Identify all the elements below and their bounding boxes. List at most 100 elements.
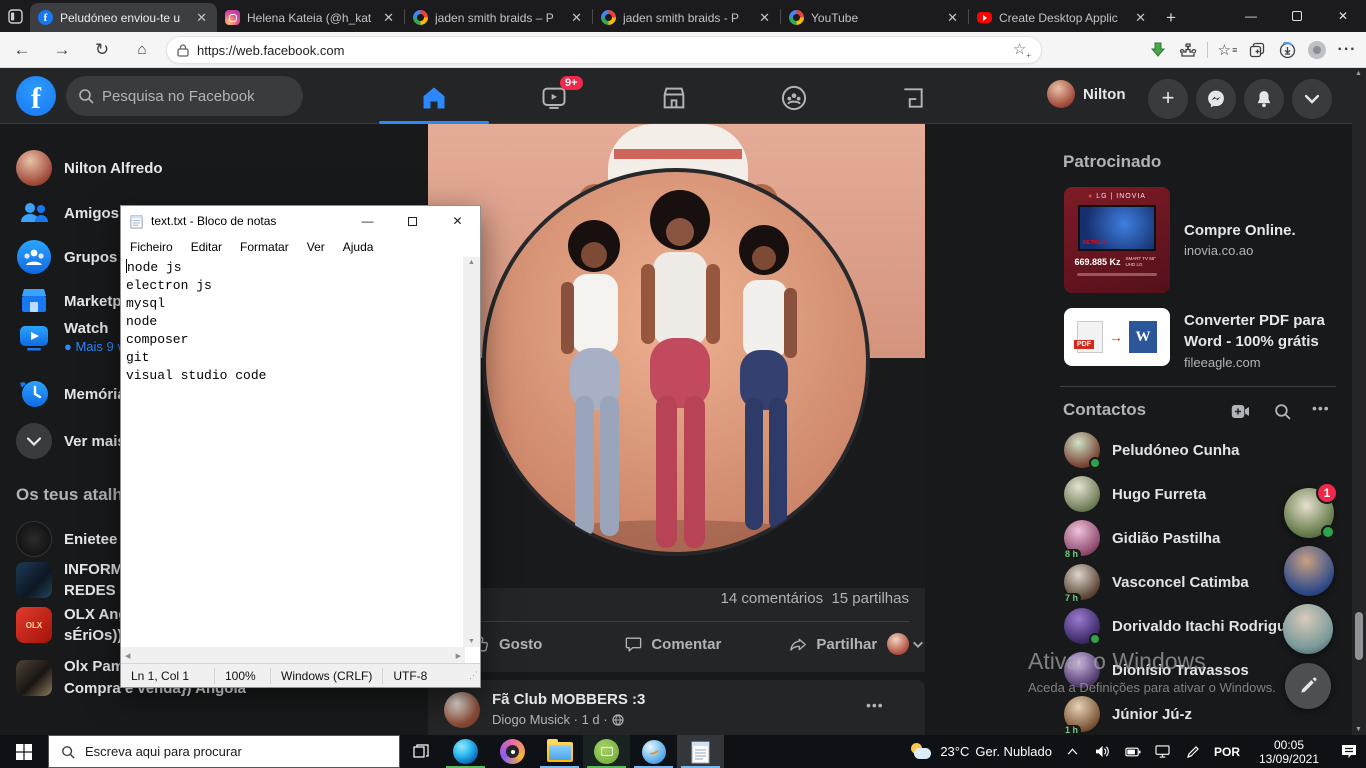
downloader-extension-icon[interactable] bbox=[1143, 36, 1173, 64]
ad-headline[interactable]: Compre Online. bbox=[1184, 222, 1296, 239]
notepad-window[interactable]: text.txt - Bloco de notas — ✕ Ficheiro E… bbox=[120, 205, 481, 688]
scroll-down-arrow[interactable]: ▼ bbox=[468, 638, 475, 645]
post-menu-button[interactable]: ••• bbox=[866, 697, 884, 713]
comment-as-selector[interactable] bbox=[887, 633, 923, 655]
favorites-icon[interactable]: ☆≡ bbox=[1212, 36, 1242, 64]
search-contacts-icon[interactable] bbox=[1270, 399, 1294, 423]
refresh-button[interactable]: ↻ bbox=[86, 35, 118, 65]
menu-formatar[interactable]: Formatar bbox=[231, 238, 298, 256]
notepad-vertical-scrollbar[interactable]: ▲▼ bbox=[463, 257, 480, 647]
scroll-up-arrow[interactable]: ▲ bbox=[468, 259, 475, 266]
ad-domain[interactable]: inovia.co.ao bbox=[1184, 243, 1296, 258]
menu-editar[interactable]: Editar bbox=[182, 238, 231, 256]
nav-tab-home[interactable] bbox=[404, 76, 464, 120]
comments-count[interactable]: 14 comentários bbox=[721, 590, 824, 607]
add-favorite-icon[interactable]: ☆+ bbox=[1013, 40, 1031, 60]
tab-close-icon[interactable]: ✕ bbox=[381, 10, 396, 26]
notepad-horizontal-scrollbar[interactable]: ◀▶ bbox=[121, 647, 465, 664]
taskbar-app-notepad[interactable] bbox=[677, 735, 724, 768]
contacts-menu-icon[interactable]: ••• bbox=[1312, 400, 1330, 416]
new-room-icon[interactable] bbox=[1228, 399, 1252, 423]
new-message-button[interactable] bbox=[1285, 663, 1331, 709]
tab-close-icon[interactable]: ✕ bbox=[1133, 10, 1148, 26]
window-close-button[interactable]: ✕ bbox=[1320, 0, 1366, 32]
address-bar[interactable]: https://web.facebook.com ☆+ bbox=[166, 36, 1042, 64]
account-menu-button[interactable] bbox=[1292, 79, 1332, 119]
tray-weather-condition[interactable]: Ger. Nublado bbox=[975, 744, 1052, 759]
task-view-button[interactable] bbox=[400, 735, 442, 768]
hidden-icons-chevron[interactable] bbox=[1058, 748, 1088, 755]
taskbar-search[interactable] bbox=[48, 735, 400, 768]
taskbar-app-disc[interactable] bbox=[489, 735, 536, 768]
facebook-logo[interactable]: f bbox=[16, 76, 56, 116]
share-button[interactable]: Partilhar bbox=[779, 629, 887, 660]
create-button[interactable]: + bbox=[1148, 79, 1188, 119]
scrollbar-thumb[interactable] bbox=[1355, 612, 1363, 660]
group-avatar[interactable] bbox=[444, 692, 480, 728]
resize-grip[interactable]: ⋰ bbox=[469, 670, 480, 681]
volume-icon[interactable] bbox=[1088, 745, 1118, 758]
group-name[interactable]: Fã Club MOBBERS :3 bbox=[492, 691, 645, 708]
tab-youtube-search[interactable]: YouTube ✕ bbox=[781, 3, 968, 32]
tab-instagram[interactable]: Helena Kateia (@h_kat ✕ bbox=[217, 3, 404, 32]
pen-icon[interactable] bbox=[1178, 745, 1208, 759]
notepad-text-area[interactable]: node js electron js mysql node composer … bbox=[121, 257, 463, 647]
ad-headline[interactable]: Converter PDF para Word - 100% grátis bbox=[1184, 310, 1349, 352]
url-text[interactable]: https://web.facebook.com bbox=[197, 43, 1013, 58]
taskbar-app-file-explorer[interactable] bbox=[536, 735, 583, 768]
notepad-titlebar[interactable]: text.txt - Bloco de notas — ✕ bbox=[121, 206, 480, 236]
tray-clock[interactable]: 00:05 13/09/2021 bbox=[1246, 738, 1332, 766]
tab-youtube-video[interactable]: Create Desktop Applic ✕ bbox=[969, 3, 1156, 32]
tray-language[interactable]: POR bbox=[1214, 745, 1240, 759]
notifications-button[interactable] bbox=[1244, 79, 1284, 119]
taskbar-search-input[interactable] bbox=[85, 744, 365, 759]
tab-actions-icon[interactable] bbox=[0, 0, 30, 32]
new-tab-button[interactable]: + bbox=[1156, 4, 1186, 32]
notepad-maximize-button[interactable] bbox=[390, 206, 435, 236]
tab-close-icon[interactable]: ✕ bbox=[569, 10, 584, 26]
collections-icon[interactable] bbox=[1242, 36, 1272, 64]
taskbar-app-edge[interactable] bbox=[442, 735, 489, 768]
profile-chip[interactable]: Nilton bbox=[1047, 80, 1126, 108]
scroll-left-arrow[interactable]: ◀ bbox=[125, 652, 130, 660]
taskbar-app-green[interactable] bbox=[583, 735, 630, 768]
window-maximize-button[interactable] bbox=[1274, 0, 1320, 32]
tab-close-icon[interactable]: ✕ bbox=[945, 10, 960, 26]
nav-tab-groups[interactable] bbox=[764, 76, 824, 120]
forward-button[interactable]: → bbox=[46, 35, 78, 65]
tray-temperature[interactable]: 23°C bbox=[940, 744, 969, 759]
profile-avatar-icon[interactable] bbox=[1302, 36, 1332, 64]
notepad-close-button[interactable]: ✕ bbox=[435, 206, 480, 236]
tab-google-search-1[interactable]: jaden smith braids – P ✕ bbox=[405, 3, 592, 32]
messenger-button[interactable] bbox=[1196, 79, 1236, 119]
back-button[interactable]: ← bbox=[6, 35, 38, 65]
tab-close-icon[interactable]: ✕ bbox=[757, 10, 772, 26]
contact-row[interactable]: Peludóneo Cunha bbox=[1056, 428, 1346, 472]
menu-ficheiro[interactable]: Ficheiro bbox=[121, 238, 182, 256]
settings-menu-icon[interactable]: ··· bbox=[1332, 36, 1362, 64]
tab-facebook[interactable]: f Peludóneo enviou-te u ✕ bbox=[30, 3, 217, 32]
facebook-search[interactable] bbox=[66, 76, 303, 116]
taskbar-app-sphere[interactable] bbox=[630, 735, 677, 768]
comment-button[interactable]: Comentar bbox=[614, 629, 731, 660]
menu-ver[interactable]: Ver bbox=[298, 238, 334, 256]
chat-head[interactable] bbox=[1284, 546, 1334, 596]
ad-domain[interactable]: fileeagle.com bbox=[1184, 355, 1349, 370]
facebook-search-input[interactable] bbox=[102, 88, 282, 105]
scrollbar-up-arrow[interactable]: ▲ bbox=[1355, 70, 1362, 77]
tab-close-icon[interactable]: ✕ bbox=[194, 10, 209, 26]
downloads-icon[interactable] bbox=[1272, 36, 1302, 64]
menu-ajuda[interactable]: Ajuda bbox=[334, 238, 383, 256]
extensions-puzzle-icon[interactable] bbox=[1173, 36, 1203, 64]
nav-tab-gaming[interactable] bbox=[883, 76, 943, 120]
post-photo[interactable] bbox=[428, 124, 925, 588]
chat-head[interactable]: 1 bbox=[1284, 488, 1334, 538]
window-minimize-button[interactable]: — bbox=[1228, 0, 1274, 32]
scrollbar-down-arrow[interactable]: ▼ bbox=[1355, 726, 1362, 733]
action-center-icon[interactable] bbox=[1332, 744, 1366, 759]
weather-icon[interactable] bbox=[906, 743, 936, 761]
battery-icon[interactable] bbox=[1118, 746, 1148, 758]
notepad-minimize-button[interactable]: — bbox=[345, 206, 390, 236]
scroll-right-arrow[interactable]: ▶ bbox=[456, 652, 461, 660]
sidebar-item-profile[interactable]: Nilton Alfredo bbox=[8, 146, 308, 190]
